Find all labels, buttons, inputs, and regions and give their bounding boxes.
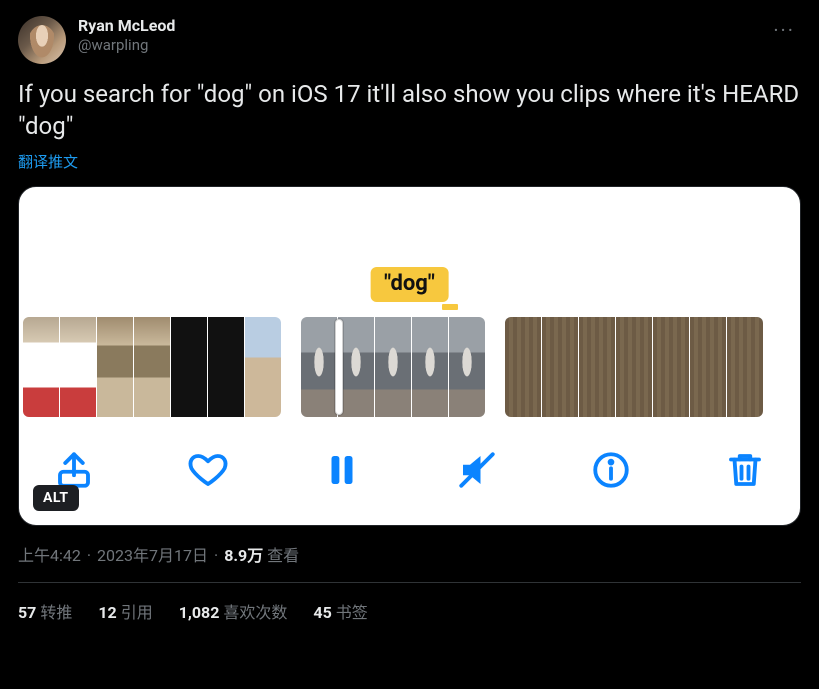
pause-icon[interactable] (321, 449, 363, 491)
thumbnail (301, 317, 337, 417)
divider (18, 582, 801, 583)
handle: @warpling (78, 36, 175, 55)
thumbnail (412, 317, 448, 417)
tweet-header: Ryan McLeod @warpling ··· (18, 16, 801, 64)
alt-badge[interactable]: ALT (33, 485, 79, 511)
thumbnail (338, 317, 374, 417)
caption-tag: "dog" (370, 267, 449, 302)
thumbnail (449, 317, 485, 417)
tweet-body: Ryan McLeod @warpling ··· If you search … (0, 0, 819, 637)
thumbnail (505, 317, 541, 417)
thumbnail (616, 317, 652, 417)
avatar[interactable] (18, 16, 66, 64)
thumbnail (134, 317, 170, 417)
meta-time[interactable]: 上午4:42 (18, 542, 81, 566)
tweet-stats: 57转推 12引用 1,082喜欢次数 45书签 (18, 599, 801, 637)
thumbnail (171, 317, 207, 417)
timeline-strip (19, 317, 800, 417)
meta-dot: · (87, 546, 91, 565)
heart-icon[interactable] (187, 449, 229, 491)
thumbnail (690, 317, 726, 417)
thumbnail (375, 317, 411, 417)
author-names[interactable]: Ryan McLeod @warpling (78, 16, 175, 55)
tweet-meta: 上午4:42 · 2023年7月17日 · 8.9万 查看 (18, 542, 801, 566)
thumbnail (542, 317, 578, 417)
media-toolbar (19, 435, 800, 505)
media-card[interactable]: "dog" (18, 186, 801, 526)
more-icon[interactable]: ··· (767, 16, 801, 44)
thumbnail (579, 317, 615, 417)
clip-group-3[interactable] (505, 317, 763, 417)
thumbnail (23, 317, 59, 417)
playhead[interactable] (335, 319, 343, 415)
tweet-card: Ryan McLeod @warpling ··· If you search … (0, 0, 819, 689)
stat-quotes[interactable]: 12引用 (98, 599, 152, 623)
clip-group-1[interactable] (23, 317, 281, 417)
thumbnail (60, 317, 96, 417)
display-name: Ryan McLeod (78, 16, 175, 36)
translate-link[interactable]: 翻译推文 (18, 151, 801, 172)
mute-icon[interactable] (456, 449, 498, 491)
trash-icon[interactable] (724, 449, 766, 491)
stat-likes[interactable]: 1,082喜欢次数 (179, 599, 288, 623)
thumbnail (727, 317, 763, 417)
meta-dot: · (214, 546, 218, 565)
info-icon[interactable] (590, 449, 632, 491)
caption-tick (442, 304, 458, 310)
thumbnail (97, 317, 133, 417)
stat-bookmarks[interactable]: 45书签 (313, 599, 367, 623)
thumbnail (653, 317, 689, 417)
meta-views-count: 8.9万 (224, 546, 263, 565)
stat-retweets[interactable]: 57转推 (18, 599, 72, 623)
meta-date[interactable]: 2023年7月17日 (97, 542, 208, 566)
meta-views-label: 查看 (267, 546, 299, 565)
clip-group-2[interactable] (301, 317, 485, 417)
thumbnail (245, 317, 281, 417)
tweet-text: If you search for "dog" on iOS 17 it'll … (18, 78, 801, 143)
thumbnail (208, 317, 244, 417)
